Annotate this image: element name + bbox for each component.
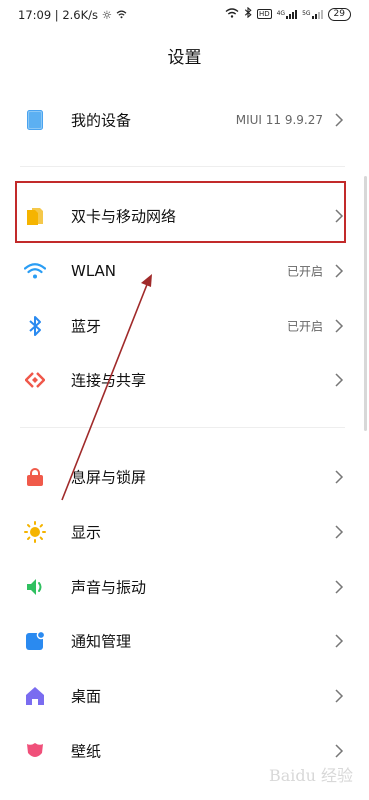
connection-share-icon	[24, 369, 46, 391]
settings-item-label: 连接与共享	[71, 371, 147, 389]
annotation-highlight-box	[15, 181, 346, 243]
section-divider	[20, 427, 345, 428]
settings-item-label: 壁纸	[71, 742, 102, 760]
signal-icon-1: 4G	[276, 9, 298, 19]
chevron-right-icon	[335, 469, 344, 484]
speaker-icon	[24, 576, 46, 598]
settings-item-label: 声音与振动	[71, 578, 147, 596]
notification-app-icon: ☼	[101, 8, 112, 22]
wifi-icon	[225, 7, 239, 21]
settings-item-connection-share[interactable]: 连接与共享	[0, 352, 369, 407]
wifi-icon	[24, 260, 46, 282]
status-time-speed: 17:09 | 2.6K/s ☼	[18, 8, 127, 22]
settings-item-label: 我的设备	[71, 111, 132, 129]
chevron-right-icon	[335, 318, 344, 333]
bluetooth-status-icon	[244, 6, 252, 21]
bluetooth-icon	[24, 315, 46, 337]
settings-item-label: 蓝牙	[71, 317, 102, 335]
settings-item-my-device[interactable]: 我的设备 MIUI 11 9.9.27	[0, 92, 369, 147]
scrollbar[interactable]	[364, 176, 367, 431]
settings-item-value: 已开启	[286, 319, 323, 333]
status-bar: 17:09 | 2.6K/s ☼ HD 4G 5G 29	[0, 0, 369, 30]
battery-icon: 29	[327, 7, 351, 21]
device-icon	[24, 109, 46, 131]
chevron-right-icon	[335, 633, 344, 648]
chevron-right-icon	[335, 743, 344, 758]
tulip-icon	[24, 740, 46, 762]
chevron-right-icon	[335, 579, 344, 594]
watermark: Baidu 经验	[268, 766, 353, 785]
settings-item-display[interactable]: 显示	[0, 504, 369, 559]
hd-icon: HD	[256, 9, 272, 19]
status-icons: HD 4G 5G 29	[225, 6, 351, 21]
settings-item-value: MIUI 11 9.9.27	[235, 112, 323, 127]
lock-icon	[24, 466, 46, 488]
settings-item-label: 息屏与锁屏	[71, 468, 147, 486]
settings-item-label: 显示	[71, 523, 102, 541]
notification-icon	[24, 630, 46, 652]
chevron-right-icon	[335, 524, 344, 539]
settings-item-label: WLAN	[71, 261, 117, 280]
settings-item-sound-vibration[interactable]: 声音与振动	[0, 559, 369, 614]
settings-item-label: 通知管理	[71, 632, 132, 650]
page-title: 设置	[167, 48, 202, 68]
signal-2-label: 5G	[302, 9, 311, 17]
chevron-right-icon	[335, 263, 344, 278]
wifi-status-icon	[116, 8, 127, 22]
section-divider	[20, 166, 345, 167]
status-time-text: 17:09 | 2.6K/s	[18, 8, 99, 22]
settings-item-wlan[interactable]: WLAN 已开启	[0, 243, 369, 298]
signal-icon-2: 5G	[302, 9, 323, 19]
chevron-right-icon	[335, 372, 344, 387]
home-icon	[24, 685, 46, 707]
settings-item-notifications[interactable]: 通知管理	[0, 613, 369, 668]
chevron-right-icon	[335, 112, 344, 127]
sun-icon	[24, 520, 46, 543]
settings-item-lock-screen[interactable]: 息屏与锁屏	[0, 449, 369, 504]
settings-item-label: 桌面	[71, 687, 102, 705]
chevron-right-icon	[335, 688, 344, 703]
settings-item-bluetooth[interactable]: 蓝牙 已开启	[0, 298, 369, 353]
signal-1-label: 4G	[276, 9, 286, 17]
settings-item-home-screen[interactable]: 桌面	[0, 668, 369, 723]
settings-item-value: 已开启	[286, 264, 323, 278]
